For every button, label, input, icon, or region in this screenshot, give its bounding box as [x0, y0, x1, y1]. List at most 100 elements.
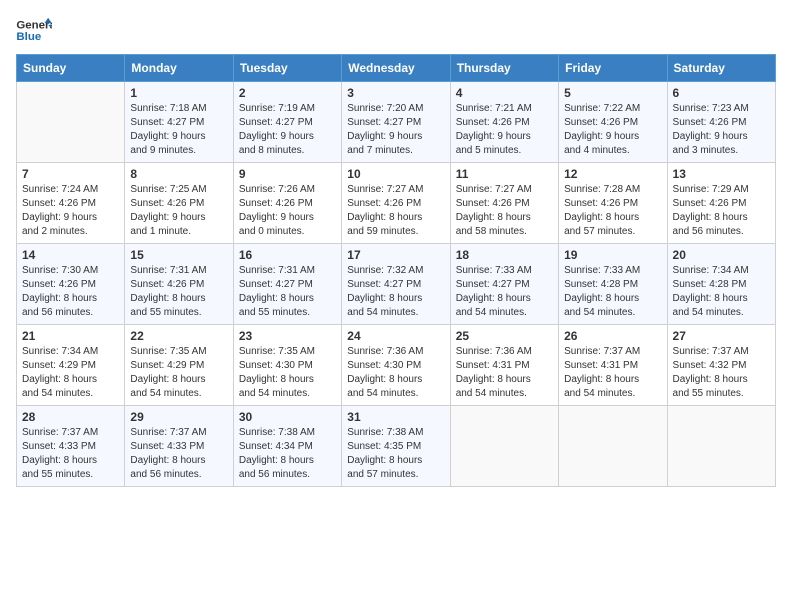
page-header: General Blue: [16, 16, 776, 46]
day-info: Sunrise: 7:34 AMSunset: 4:29 PMDaylight:…: [22, 345, 119, 401]
day-number: 14: [22, 248, 119, 262]
calendar-cell: 3 Sunrise: 7:20 AMSunset: 4:27 PMDaylight…: [342, 82, 450, 163]
calendar-cell: 15 Sunrise: 7:31 AMSunset: 4:26 PMDayligh…: [125, 244, 233, 325]
week-row-2: 7 Sunrise: 7:24 AMSunset: 4:26 PMDaylight…: [17, 163, 776, 244]
day-info: Sunrise: 7:30 AMSunset: 4:26 PMDaylight:…: [22, 264, 119, 320]
calendar-header-row: SundayMondayTuesdayWednesdayThursdayFrid…: [17, 55, 776, 82]
day-number: 28: [22, 410, 119, 424]
calendar-cell: 4Sunrise: 7:21 AMSunset: 4:26 PMDaylight…: [450, 82, 558, 163]
week-row-1: 1 Sunrise: 7:18 AMSunset: 4:27 PMDaylight…: [17, 82, 776, 163]
calendar-cell: 21 Sunrise: 7:34 AMSunset: 4:29 PMDayligh…: [17, 325, 125, 406]
header-monday: Monday: [125, 55, 233, 82]
day-number: 9: [239, 167, 336, 181]
day-number: 6: [673, 86, 770, 100]
day-number: 13: [673, 167, 770, 181]
day-info: Sunrise: 7:29 AMSunset: 4:26 PMDaylight:…: [673, 183, 770, 239]
calendar-cell: 13 Sunrise: 7:29 AMSunset: 4:26 PMDayligh…: [667, 163, 775, 244]
calendar-cell: 25 Sunrise: 7:36 AMSunset: 4:31 PMDayligh…: [450, 325, 558, 406]
day-info: Sunrise: 7:32 AMSunset: 4:27 PMDaylight:…: [347, 264, 444, 320]
day-number: 15: [130, 248, 227, 262]
day-info: Sunrise: 7:24 AMSunset: 4:26 PMDaylight:…: [22, 183, 119, 239]
calendar-cell: 27 Sunrise: 7:37 AMSunset: 4:32 PMDayligh…: [667, 325, 775, 406]
day-number: 24: [347, 329, 444, 343]
day-number: 27: [673, 329, 770, 343]
day-info: Sunrise: 7:31 AMSunset: 4:27 PMDaylight:…: [239, 264, 336, 320]
week-row-4: 21 Sunrise: 7:34 AMSunset: 4:29 PMDayligh…: [17, 325, 776, 406]
calendar-table: SundayMondayTuesdayWednesdayThursdayFrid…: [16, 54, 776, 487]
day-info: Sunrise: 7:21 AMSunset: 4:26 PMDaylight:…: [456, 102, 553, 158]
day-number: 5: [564, 86, 661, 100]
day-info: Sunrise: 7:37 AMSunset: 4:32 PMDaylight:…: [673, 345, 770, 401]
calendar-cell: 19 Sunrise: 7:33 AMSunset: 4:28 PMDayligh…: [559, 244, 667, 325]
day-info: Sunrise: 7:38 AMSunset: 4:35 PMDaylight:…: [347, 426, 444, 482]
calendar-cell: 8Sunrise: 7:25 AMSunset: 4:26 PMDaylight…: [125, 163, 233, 244]
calendar-cell: 28 Sunrise: 7:37 AMSunset: 4:33 PMDayligh…: [17, 406, 125, 487]
calendar-cell: 10 Sunrise: 7:27 AMSunset: 4:26 PMDayligh…: [342, 163, 450, 244]
calendar-cell: [559, 406, 667, 487]
day-info: Sunrise: 7:28 AMSunset: 4:26 PMDaylight:…: [564, 183, 661, 239]
day-number: 16: [239, 248, 336, 262]
day-info: Sunrise: 7:33 AMSunset: 4:27 PMDaylight:…: [456, 264, 553, 320]
day-number: 29: [130, 410, 227, 424]
header-saturday: Saturday: [667, 55, 775, 82]
calendar-cell: 1 Sunrise: 7:18 AMSunset: 4:27 PMDaylight…: [125, 82, 233, 163]
calendar-cell: 12 Sunrise: 7:28 AMSunset: 4:26 PMDayligh…: [559, 163, 667, 244]
logo-icon: General Blue: [16, 16, 52, 46]
calendar-cell: 23 Sunrise: 7:35 AMSunset: 4:30 PMDayligh…: [233, 325, 341, 406]
calendar-cell: 18Sunrise: 7:33 AMSunset: 4:27 PMDayligh…: [450, 244, 558, 325]
calendar-cell: [17, 82, 125, 163]
day-info: Sunrise: 7:27 AMSunset: 4:26 PMDaylight:…: [347, 183, 444, 239]
day-info: Sunrise: 7:27 AMSunset: 4:26 PMDaylight:…: [456, 183, 553, 239]
header-tuesday: Tuesday: [233, 55, 341, 82]
day-info: Sunrise: 7:36 AMSunset: 4:31 PMDaylight:…: [456, 345, 553, 401]
day-info: Sunrise: 7:31 AMSunset: 4:26 PMDaylight:…: [130, 264, 227, 320]
calendar-cell: 2Sunrise: 7:19 AMSunset: 4:27 PMDaylight…: [233, 82, 341, 163]
day-number: 22: [130, 329, 227, 343]
day-number: 26: [564, 329, 661, 343]
week-row-3: 14 Sunrise: 7:30 AMSunset: 4:26 PMDayligh…: [17, 244, 776, 325]
calendar-cell: 6 Sunrise: 7:23 AMSunset: 4:26 PMDaylight…: [667, 82, 775, 163]
calendar-cell: 29Sunrise: 7:37 AMSunset: 4:33 PMDayligh…: [125, 406, 233, 487]
header-sunday: Sunday: [17, 55, 125, 82]
calendar-cell: [667, 406, 775, 487]
calendar-cell: 9 Sunrise: 7:26 AMSunset: 4:26 PMDaylight…: [233, 163, 341, 244]
day-number: 19: [564, 248, 661, 262]
day-number: 7: [22, 167, 119, 181]
day-info: Sunrise: 7:20 AMSunset: 4:27 PMDaylight:…: [347, 102, 444, 158]
day-number: 17: [347, 248, 444, 262]
day-number: 1: [130, 86, 227, 100]
svg-text:Blue: Blue: [16, 31, 41, 43]
day-info: Sunrise: 7:23 AMSunset: 4:26 PMDaylight:…: [673, 102, 770, 158]
day-number: 3: [347, 86, 444, 100]
calendar-cell: 11Sunrise: 7:27 AMSunset: 4:26 PMDayligh…: [450, 163, 558, 244]
logo: General Blue: [16, 16, 52, 46]
calendar-cell: 22 Sunrise: 7:35 AMSunset: 4:29 PMDayligh…: [125, 325, 233, 406]
calendar-cell: 20Sunrise: 7:34 AMSunset: 4:28 PMDayligh…: [667, 244, 775, 325]
day-info: Sunrise: 7:35 AMSunset: 4:29 PMDaylight:…: [130, 345, 227, 401]
day-number: 30: [239, 410, 336, 424]
day-info: Sunrise: 7:22 AMSunset: 4:26 PMDaylight:…: [564, 102, 661, 158]
header-friday: Friday: [559, 55, 667, 82]
day-info: Sunrise: 7:33 AMSunset: 4:28 PMDaylight:…: [564, 264, 661, 320]
day-number: 2: [239, 86, 336, 100]
day-number: 12: [564, 167, 661, 181]
day-info: Sunrise: 7:25 AMSunset: 4:26 PMDaylight:…: [130, 183, 227, 239]
calendar-cell: 16 Sunrise: 7:31 AMSunset: 4:27 PMDayligh…: [233, 244, 341, 325]
day-number: 21: [22, 329, 119, 343]
day-info: Sunrise: 7:38 AMSunset: 4:34 PMDaylight:…: [239, 426, 336, 482]
day-info: Sunrise: 7:18 AMSunset: 4:27 PMDaylight:…: [130, 102, 227, 158]
calendar-cell: [450, 406, 558, 487]
day-number: 25: [456, 329, 553, 343]
calendar-cell: 31Sunrise: 7:38 AMSunset: 4:35 PMDayligh…: [342, 406, 450, 487]
calendar-cell: 14 Sunrise: 7:30 AMSunset: 4:26 PMDayligh…: [17, 244, 125, 325]
day-number: 23: [239, 329, 336, 343]
day-info: Sunrise: 7:35 AMSunset: 4:30 PMDaylight:…: [239, 345, 336, 401]
calendar-cell: 7 Sunrise: 7:24 AMSunset: 4:26 PMDaylight…: [17, 163, 125, 244]
day-info: Sunrise: 7:37 AMSunset: 4:33 PMDaylight:…: [22, 426, 119, 482]
calendar-cell: 24Sunrise: 7:36 AMSunset: 4:30 PMDayligh…: [342, 325, 450, 406]
header-wednesday: Wednesday: [342, 55, 450, 82]
day-number: 10: [347, 167, 444, 181]
day-info: Sunrise: 7:26 AMSunset: 4:26 PMDaylight:…: [239, 183, 336, 239]
week-row-5: 28 Sunrise: 7:37 AMSunset: 4:33 PMDayligh…: [17, 406, 776, 487]
calendar-cell: 17 Sunrise: 7:32 AMSunset: 4:27 PMDayligh…: [342, 244, 450, 325]
